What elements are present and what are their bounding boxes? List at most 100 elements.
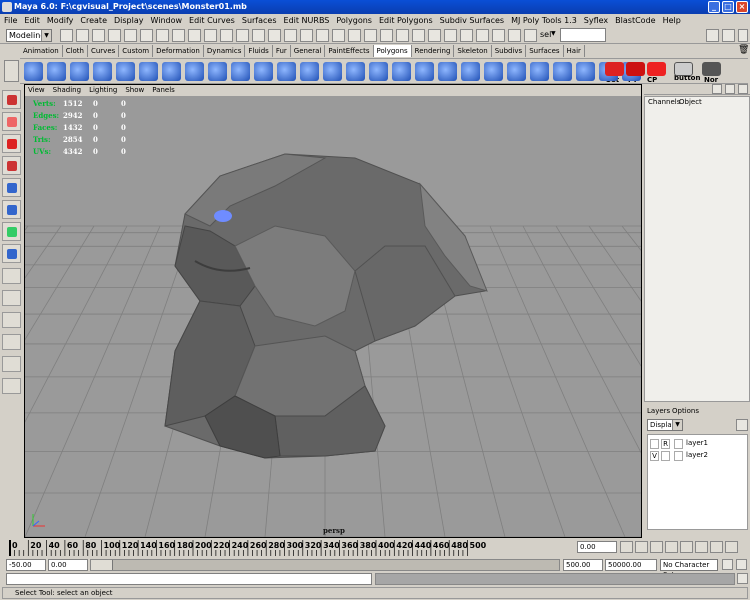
shelf-tab-skeleton[interactable]: Skeleton — [454, 45, 492, 57]
polygon-tool-icon[interactable] — [70, 62, 89, 81]
status-tool-icon[interactable] — [284, 29, 297, 42]
step-back-key-icon[interactable] — [635, 541, 648, 553]
status-tool-icon[interactable] — [156, 29, 169, 42]
quick-select-input[interactable] — [560, 28, 606, 42]
status-tool-icon[interactable] — [236, 29, 249, 42]
layout-preset-button[interactable] — [2, 334, 21, 350]
tool-button[interactable] — [2, 222, 21, 241]
new-layer-icon[interactable] — [736, 419, 748, 431]
status-tool-icon[interactable] — [108, 29, 121, 42]
channel-icon-b[interactable] — [725, 84, 735, 94]
polygon-tool-icon[interactable] — [300, 62, 319, 81]
layer-mode-dropdown[interactable]: Display ▼ — [647, 419, 683, 431]
layer-row[interactable]: Vlayer2 — [648, 451, 747, 462]
menu-edit[interactable]: Edit — [24, 14, 40, 27]
status-tool-icon[interactable] — [76, 29, 89, 42]
playback-start-field[interactable]: 0.00 — [48, 559, 88, 571]
polygon-tool-icon[interactable] — [346, 62, 365, 81]
status-tool-icon[interactable] — [412, 29, 425, 42]
shelf-tab-general[interactable]: General — [290, 45, 326, 57]
layout-preset-button[interactable] — [2, 290, 21, 306]
polygon-tool-icon[interactable] — [392, 62, 411, 81]
status-tool-icon[interactable] — [188, 29, 201, 42]
menu-surfaces[interactable]: Surfaces — [242, 14, 277, 27]
layer-row[interactable]: Rlayer1 — [648, 439, 747, 450]
range-slider-bar[interactable] — [90, 559, 560, 571]
status-tool-icon[interactable] — [364, 29, 377, 42]
menu-polygons[interactable]: Polygons — [336, 14, 372, 27]
polygon-tool-icon[interactable] — [507, 62, 526, 81]
menu-edit-curves[interactable]: Edit Curves — [189, 14, 235, 27]
shelf-tab-polygons[interactable]: Polygons — [373, 45, 412, 57]
time-ruler[interactable]: 0 20 40 60 80 100 120 140 160 180 200 220 240 260 280 3… — [0, 538, 576, 558]
status-tool-icon[interactable] — [268, 29, 281, 42]
anim-end-field[interactable]: 50000.00 — [605, 559, 657, 571]
mel-command-input[interactable] — [6, 573, 372, 585]
status-tool-icon[interactable] — [124, 29, 137, 42]
step-forward-icon[interactable] — [695, 541, 708, 553]
key-icon[interactable] — [722, 559, 733, 570]
shelf-tab-fluids[interactable]: Fluids — [245, 45, 273, 57]
polygon-tool-icon[interactable] — [553, 62, 572, 81]
tab-layers[interactable]: Layers — [647, 407, 670, 415]
menu-subdiv-surfaces[interactable]: Subdiv Surfaces — [440, 14, 504, 27]
preferences-icon[interactable] — [736, 559, 747, 570]
custom-tool-icon[interactable] — [605, 62, 624, 76]
status-tool-icon[interactable] — [172, 29, 185, 42]
status-tool-icon[interactable] — [476, 29, 489, 42]
layout-preset-button[interactable] — [2, 312, 21, 328]
custom-tool-icon[interactable] — [647, 62, 666, 76]
tool-button[interactable] — [2, 134, 21, 153]
shelf-tab-painteffects[interactable]: PaintEffects — [325, 45, 374, 57]
status-tool-icon[interactable] — [252, 29, 265, 42]
shelf-tab-fur[interactable]: Fur — [272, 45, 291, 57]
mel-button-icon[interactable] — [674, 62, 693, 76]
shelf-tab-animation[interactable]: Animation — [20, 45, 63, 57]
status-tool-icon[interactable] — [92, 29, 105, 42]
layout-preset-button[interactable] — [2, 268, 21, 284]
shelf-tab-subdivs[interactable]: Subdivs — [491, 45, 527, 57]
tool-button[interactable] — [2, 90, 21, 109]
attribute-editor-toggle-icon[interactable] — [722, 29, 735, 42]
panel-menu-view[interactable]: View — [28, 85, 45, 96]
panel-menu-shading[interactable]: Shading — [53, 85, 81, 96]
tool-button[interactable] — [2, 200, 21, 219]
polygon-tool-icon[interactable] — [530, 62, 549, 81]
menu-edit-nurbs[interactable]: Edit NURBS — [284, 14, 330, 27]
status-tool-icon[interactable] — [220, 29, 233, 42]
tool-button[interactable] — [2, 112, 21, 131]
shelf-tab-hair[interactable]: Hair — [563, 45, 585, 57]
step-back-icon[interactable] — [650, 541, 663, 553]
panel-menu-panels[interactable]: Panels — [152, 85, 175, 96]
polygon-tool-icon[interactable] — [369, 62, 388, 81]
status-tool-icon[interactable] — [396, 29, 409, 42]
status-tool-icon[interactable] — [524, 29, 537, 42]
playback-end-field[interactable]: 500.00 — [563, 559, 603, 571]
chevron-down-icon[interactable]: ▼ — [551, 30, 556, 37]
layer-name[interactable]: layer2 — [686, 451, 708, 459]
status-tool-icon[interactable] — [204, 29, 217, 42]
minimize-button[interactable]: _ — [708, 1, 720, 13]
menu-file[interactable]: File — [4, 14, 17, 27]
status-tool-icon[interactable] — [300, 29, 313, 42]
tab-channels[interactable]: Channels — [648, 98, 680, 106]
menu-edit-polygons[interactable]: Edit Polygons — [379, 14, 433, 27]
menu-help[interactable]: Help — [663, 14, 681, 27]
menu-modify[interactable]: Modify — [47, 14, 74, 27]
custom-tool-icon[interactable] — [626, 62, 645, 76]
status-tool-icon[interactable] — [140, 29, 153, 42]
layer-color-swatch[interactable] — [674, 451, 683, 461]
range-slider-handle[interactable] — [91, 560, 113, 570]
range-start-field[interactable]: -50.00 — [6, 559, 46, 571]
time-slider[interactable]: 0 20 40 60 80 100 120 140 160 180 200 220 240 260 280 3… — [0, 538, 750, 558]
layer-type-toggle[interactable]: R — [661, 439, 670, 449]
status-tool-icon[interactable] — [444, 29, 457, 42]
polygon-tool-icon[interactable] — [47, 62, 66, 81]
tool-button[interactable] — [2, 244, 21, 263]
status-tool-icon[interactable] — [348, 29, 361, 42]
layer-visibility-toggle[interactable] — [650, 439, 659, 449]
viewport-panel[interactable]: View Shading Lighting Show Panels Verts:… — [24, 84, 642, 538]
polygon-tool-icon[interactable] — [185, 62, 204, 81]
status-tool-icon[interactable] — [428, 29, 441, 42]
polygon-tool-icon[interactable] — [576, 62, 595, 81]
